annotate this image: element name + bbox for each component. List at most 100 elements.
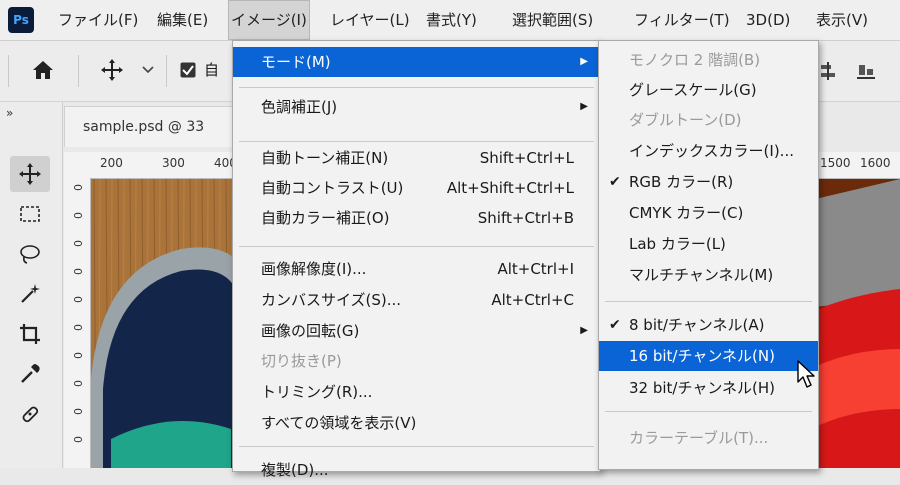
menu-item-duplicate[interactable]: 複製(D)... <box>233 455 600 485</box>
vertical-ruler: 0 0 0 0 0 0 0 0 0 0 <box>64 178 91 468</box>
tools-panel: » <box>0 102 63 468</box>
menu-item-trim[interactable]: トリミング(R)... <box>233 377 600 407</box>
menu-separator <box>239 246 594 247</box>
menu-view[interactable]: 表示(V) <box>816 0 868 40</box>
eyedropper-icon[interactable] <box>10 356 50 392</box>
photoshop-logo-icon: Ps <box>8 7 34 33</box>
mode-32bit-channel[interactable]: 32 bit/チャンネル(H) <box>599 373 818 403</box>
menu-item-shortcut: Alt+Shift+Ctrl+L <box>446 179 574 197</box>
mode-bitmap[interactable]: モノクロ 2 階調(B) <box>599 45 818 75</box>
auto-select-label: 自 <box>204 61 220 79</box>
menu-item-label: 画像解像度(I)... <box>261 260 367 278</box>
magic-wand-icon[interactable] <box>10 276 50 312</box>
menu-item-label: 自動コントラスト(U) <box>261 179 404 197</box>
submenu-item-label: 8 bit/チャンネル(A) <box>629 316 765 334</box>
auto-select-checkbox[interactable] <box>180 62 196 82</box>
submenu-item-label: Lab カラー(L) <box>629 235 726 253</box>
menu-image[interactable]: イメージ(I) <box>228 0 310 40</box>
menu-item-mode[interactable]: モード(M) ▶ <box>233 47 600 77</box>
menu-item-label: モード(M) <box>261 53 331 71</box>
menu-item-adjustments[interactable]: 色調補正(J) ▶ <box>233 92 600 122</box>
ruler-tick-label: 0 <box>71 268 84 275</box>
menu-item-label: 自動トーン補正(N) <box>261 149 389 167</box>
submenu-arrow-icon: ▶ <box>580 56 588 67</box>
ruler-tick-label: 300 <box>162 156 185 170</box>
menu-item-auto-tone[interactable]: 自動トーン補正(N) Shift+Ctrl+L <box>233 143 600 173</box>
lasso-icon[interactable] <box>10 236 50 272</box>
menu-item-label: 複製(D)... <box>261 461 329 479</box>
menu-bar: Ps ファイル(F) 編集(E) イメージ(I) レイヤー(L) 書式(Y) 選… <box>0 0 900 41</box>
menu-item-canvas-size[interactable]: カンバスサイズ(S)... Alt+Ctrl+C <box>233 285 600 315</box>
image-menu-dropdown: モード(M) ▶ 色調補正(J) ▶ 自動トーン補正(N) Shift+Ctrl… <box>232 40 601 479</box>
mode-submenu: モノクロ 2 階調(B) グレースケール(G) ダブルトーン(D) インデックス… <box>598 40 819 470</box>
menu-3d[interactable]: 3D(D) <box>746 0 790 40</box>
submenu-arrow-icon: ▶ <box>580 101 588 112</box>
marquee-icon[interactable] <box>10 196 50 232</box>
mode-duotone[interactable]: ダブルトーン(D) <box>599 105 818 135</box>
mode-lab-color[interactable]: Lab カラー(L) <box>599 229 818 259</box>
menu-type[interactable]: 書式(Y) <box>426 0 477 40</box>
menu-item-reveal-all[interactable]: すべての領域を表示(V) <box>233 408 600 438</box>
checkmark-icon: ✔ <box>609 174 621 190</box>
submenu-item-label: RGB カラー(R) <box>629 173 734 191</box>
menu-item-image-rotation[interactable]: 画像の回転(G) ▶ <box>233 316 600 346</box>
submenu-item-label: カラーテーブル(T)... <box>629 429 769 447</box>
menu-item-label: トリミング(R)... <box>261 383 373 401</box>
submenu-item-label: インデックスカラー(I)... <box>629 142 794 160</box>
ruler-tick-label: 0 <box>71 324 84 331</box>
ruler-tick-label: 1500 <box>820 156 851 170</box>
collapse-icon[interactable]: » <box>6 106 13 120</box>
ruler-tick-label: 1600 <box>860 156 891 170</box>
crop-icon[interactable] <box>10 316 50 352</box>
menu-item-auto-color[interactable]: 自動カラー補正(O) Shift+Ctrl+B <box>233 203 600 233</box>
menu-item-image-size[interactable]: 画像解像度(I)... Alt+Ctrl+I <box>233 254 600 284</box>
home-icon[interactable] <box>32 59 54 85</box>
pointer-cursor-icon <box>796 360 820 394</box>
menu-item-label: 色調補正(J) <box>261 98 338 116</box>
submenu-item-label: グレースケール(G) <box>629 81 757 99</box>
menu-edit[interactable]: 編集(E) <box>157 0 208 40</box>
mode-multichannel[interactable]: マルチチャンネル(M) <box>599 260 818 290</box>
menu-layer[interactable]: レイヤー(L) <box>330 0 410 40</box>
mode-8bit-channel[interactable]: ✔ 8 bit/チャンネル(A) <box>599 310 818 340</box>
ruler-tick-label: 0 <box>71 240 84 247</box>
ruler-tick-label: 0 <box>71 380 84 387</box>
submenu-item-label: モノクロ 2 階調(B) <box>629 51 761 69</box>
chevron-down-icon[interactable] <box>142 63 154 79</box>
checkmark-icon: ✔ <box>609 317 621 333</box>
ruler-tick-label: 0 <box>71 184 84 191</box>
mode-color-table[interactable]: カラーテーブル(T)... <box>599 423 818 453</box>
submenu-item-label: マルチチャンネル(M) <box>629 266 774 284</box>
align-bottom-icon[interactable] <box>856 61 876 85</box>
ruler-tick-label: 0 <box>71 436 84 443</box>
options-separator <box>166 55 167 87</box>
mode-grayscale[interactable]: グレースケール(G) <box>599 75 818 105</box>
mode-indexed-color[interactable]: インデックスカラー(I)... <box>599 136 818 166</box>
menu-item-auto-contrast[interactable]: 自動コントラスト(U) Alt+Shift+Ctrl+L <box>233 173 600 203</box>
menu-item-label: すべての領域を表示(V) <box>261 414 417 432</box>
menu-item-shortcut: Alt+Ctrl+I <box>497 260 574 278</box>
menu-separator <box>239 87 594 88</box>
align-icon[interactable] <box>818 61 838 85</box>
mode-cmyk-color[interactable]: CMYK カラー(C) <box>599 198 818 228</box>
menu-item-shortcut: Alt+Ctrl+C <box>491 291 574 309</box>
menu-separator <box>239 446 594 447</box>
menu-select[interactable]: 選択範囲(S) <box>512 0 593 40</box>
ruler-tick-label: 200 <box>100 156 123 170</box>
submenu-item-label: ダブルトーン(D) <box>629 111 742 129</box>
mode-16bit-channel[interactable]: 16 bit/チャンネル(N) <box>599 341 818 371</box>
submenu-item-label: CMYK カラー(C) <box>629 204 744 222</box>
move-tool-icon[interactable] <box>10 156 50 192</box>
mode-rgb-color[interactable]: ✔ RGB カラー(R) <box>599 167 818 197</box>
healing-brush-icon[interactable] <box>10 396 50 432</box>
menu-filter[interactable]: フィルター(T) <box>634 0 730 40</box>
menu-item-label: 自動カラー補正(O) <box>261 209 390 227</box>
submenu-arrow-icon: ▶ <box>580 325 588 336</box>
menu-separator <box>605 301 812 302</box>
menu-item-label: カンバスサイズ(S)... <box>261 291 402 309</box>
menu-separator <box>239 141 594 142</box>
ruler-tick-label: 0 <box>71 408 84 415</box>
menu-item-crop[interactable]: 切り抜き(P) <box>233 346 600 376</box>
move-icon[interactable] <box>100 58 124 86</box>
menu-file[interactable]: ファイル(F) <box>58 0 138 40</box>
